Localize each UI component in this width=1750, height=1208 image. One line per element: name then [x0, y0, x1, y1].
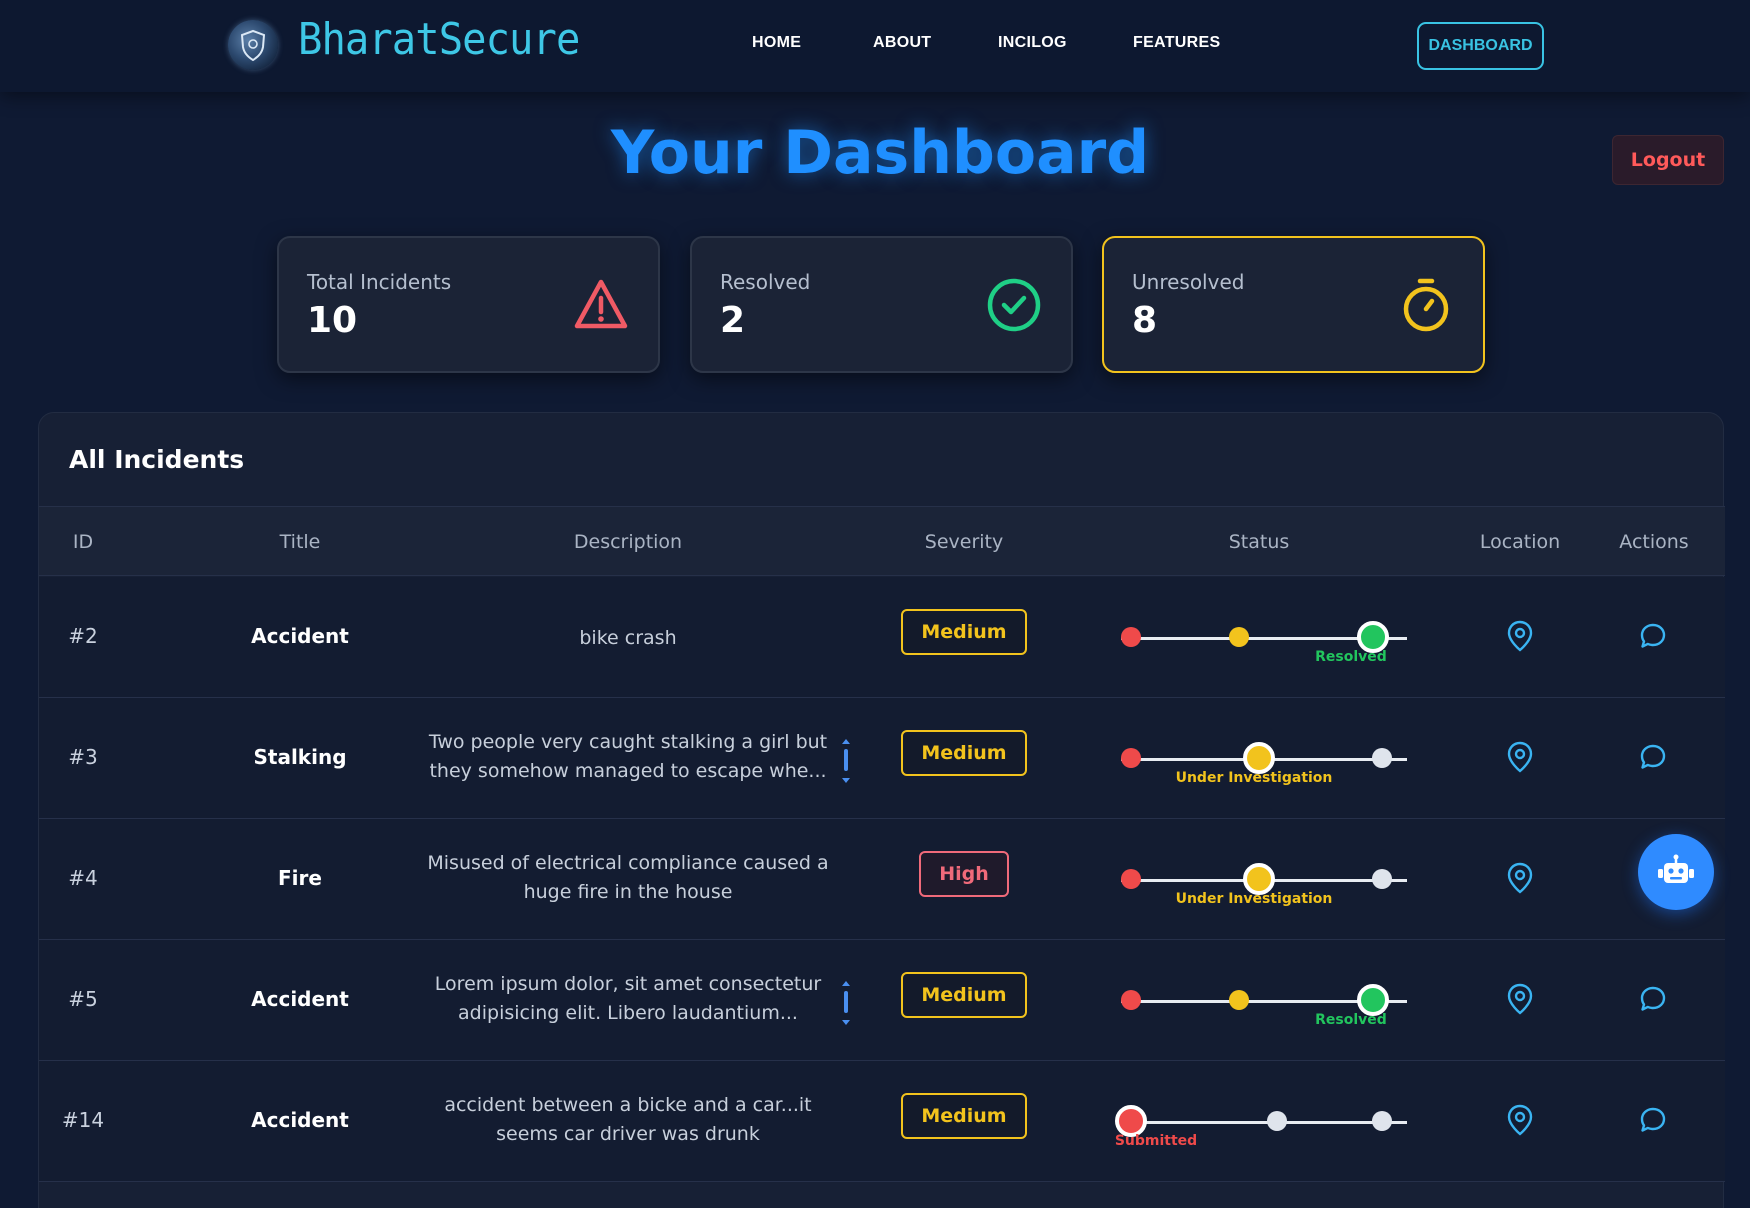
incidents-panel: All Incidents ID Title Description Sever… — [38, 412, 1725, 1208]
warning-triangle-icon — [574, 279, 628, 329]
incident-description: Lorem ipsum dolor, sit amet consectetur … — [407, 970, 851, 1028]
comment-icon[interactable] — [1639, 743, 1667, 771]
status-dot-pending — [1267, 1111, 1287, 1131]
stat-label: Unresolved — [1132, 270, 1245, 294]
col-description: Description — [573, 531, 683, 553]
incident-description: Misused of electrical compliance caused … — [407, 849, 849, 907]
incident-title: Accident — [251, 624, 349, 648]
status-tracker: Resolved — [1099, 952, 1419, 1042]
nav-features[interactable]: FEATURES — [1133, 34, 1220, 52]
severity-badge: Medium — [901, 730, 1027, 776]
table-row[interactable]: #14 Accident accident between a bicke and … — [39, 1061, 1725, 1182]
col-severity: Severity — [924, 531, 1004, 553]
status-tracker: Resolved — [1099, 589, 1419, 679]
table-row[interactable]: #4 Fire Misused of electrical compliance c… — [39, 819, 1725, 940]
stat-value: 8 — [1132, 300, 1158, 341]
scrollbar[interactable] — [841, 980, 851, 1026]
status-track — [1121, 1121, 1407, 1124]
severity-badge: Medium — [901, 1093, 1027, 1139]
chatbot-button[interactable] — [1638, 834, 1714, 910]
status-label: Under Investigation — [1175, 891, 1333, 907]
status-dot-pending — [1372, 1111, 1392, 1131]
comment-icon[interactable] — [1639, 1106, 1667, 1134]
incident-id: #5 — [68, 987, 98, 1011]
col-status: Status — [1228, 531, 1290, 553]
map-pin-icon[interactable] — [1505, 983, 1535, 1015]
severity-badge: Medium — [901, 972, 1027, 1018]
status-tracker: Submitted — [1099, 1073, 1419, 1163]
shield-icon — [240, 29, 266, 62]
stat-label: Total Incidents — [307, 270, 452, 294]
col-location: Location — [1479, 531, 1561, 553]
incident-id: #14 — [61, 1108, 105, 1132]
table-row[interactable]: #2 Accident bike crash Medium Resolved — [39, 577, 1725, 698]
comment-icon[interactable] — [1639, 985, 1667, 1013]
col-title: Title — [279, 531, 321, 553]
status-label: Under Investigation — [1175, 770, 1333, 786]
severity-badge: High — [919, 851, 1009, 897]
status-label: Submitted — [1114, 1133, 1198, 1149]
incident-title: Accident — [251, 987, 349, 1011]
stat-card-unresolved: Unresolved 8 — [1102, 236, 1485, 373]
status-dot-investigation — [1229, 990, 1249, 1010]
brand-name[interactable]: BharatSecure — [298, 14, 580, 65]
scrollbar[interactable] — [841, 738, 851, 784]
incident-id: #2 — [68, 624, 98, 648]
incident-description: accident between a bicke and a car...it … — [407, 1091, 849, 1149]
status-tracker: Under Investigation — [1099, 710, 1419, 800]
description-text: Misused of electrical compliance caused … — [427, 852, 829, 903]
stopwatch-icon — [1403, 278, 1449, 332]
status-tracker: Under Investigation — [1099, 831, 1419, 921]
robot-icon — [1658, 854, 1694, 883]
map-pin-icon[interactable] — [1505, 741, 1535, 773]
nav-about[interactable]: ABOUT — [873, 34, 931, 52]
severity-badge: Medium — [901, 609, 1027, 655]
description-text: accident between a bicke and a car...it … — [444, 1094, 812, 1145]
col-actions: Actions — [1619, 531, 1689, 553]
status-dot-pending — [1372, 748, 1392, 768]
col-id: ID — [72, 531, 94, 553]
brand-logo[interactable] — [228, 20, 278, 70]
status-dot-submitted — [1121, 627, 1141, 647]
logout-button[interactable]: Logout — [1612, 135, 1724, 185]
incident-title: Fire — [278, 866, 322, 890]
status-dot-submitted — [1121, 869, 1141, 889]
nav-incilog[interactable]: INCILOG — [998, 34, 1067, 52]
incident-id: #4 — [68, 866, 98, 890]
stat-value: 2 — [720, 300, 746, 341]
table-row[interactable]: #5 Accident Lorem ipsum dolor, sit amet co… — [39, 940, 1725, 1061]
map-pin-icon[interactable] — [1505, 862, 1535, 894]
description-text: Lorem ipsum dolor, sit amet consectetur … — [434, 973, 822, 1024]
stat-label: Resolved — [720, 270, 811, 294]
table-row[interactable]: #3 Stalking Two people very caught stalkin… — [39, 698, 1725, 819]
stat-card-total: Total Incidents 10 — [277, 236, 660, 373]
map-pin-icon[interactable] — [1505, 1104, 1535, 1136]
incident-description: Two people very caught stalking a girl b… — [407, 728, 851, 786]
check-circle-icon — [987, 278, 1041, 332]
stat-card-resolved: Resolved 2 — [690, 236, 1073, 373]
map-pin-icon[interactable] — [1505, 620, 1535, 652]
status-dot-submitted — [1121, 990, 1141, 1010]
incident-title: Accident — [251, 1108, 349, 1132]
status-dot-submitted — [1121, 748, 1141, 768]
page-title: Your Dashboard — [610, 118, 1150, 188]
dashboard-button[interactable]: DASHBOARD — [1417, 22, 1544, 70]
panel-title: All Incidents — [69, 445, 245, 474]
navbar: BharatSecure HOME ABOUT INCILOG FEATURES… — [0, 0, 1750, 92]
nav-home[interactable]: HOME — [752, 34, 801, 52]
stat-value: 10 — [307, 300, 358, 341]
description-text: Two people very caught stalking a girl b… — [428, 731, 828, 782]
comment-icon[interactable] — [1639, 622, 1667, 650]
incident-id: #3 — [68, 745, 98, 769]
incident-title: Stalking — [253, 745, 347, 769]
status-dot-pending — [1372, 869, 1392, 889]
description-text: bike crash — [579, 627, 677, 649]
incident-description: bike crash — [407, 624, 849, 682]
status-dot-investigation — [1229, 627, 1249, 647]
table-header: ID Title Description Severity Status Loc… — [39, 506, 1725, 576]
